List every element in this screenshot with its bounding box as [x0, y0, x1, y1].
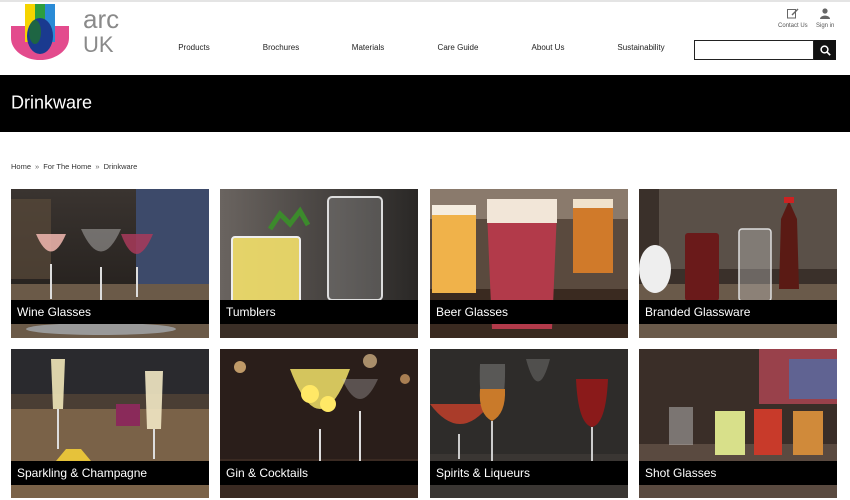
- user-icon: [820, 8, 831, 19]
- page-title: Drinkware: [11, 92, 93, 113]
- tile-label-spirits-liqueurs: Spirits & Liqueurs: [436, 466, 531, 480]
- tile-label-beer-glasses: Beer Glasses: [436, 305, 509, 319]
- search-input[interactable]: [694, 40, 814, 60]
- category-tile-branded-glassware[interactable]: Branded Glassware: [639, 189, 837, 338]
- contact-us-label: Contact Us: [778, 23, 808, 29]
- category-tile-shot-glasses[interactable]: Shot Glasses: [639, 349, 837, 498]
- tile-caption: Sparkling & Champagne: [11, 461, 209, 485]
- breadcrumb: Home» For The Home» Drinkware: [11, 162, 138, 171]
- edit-icon: [786, 8, 799, 19]
- category-tile-gin-cocktails[interactable]: Gin & Cocktails: [220, 349, 418, 498]
- tile-label-tumblers: Tumblers: [226, 305, 276, 319]
- category-tile-sparkling-champagne[interactable]: Sparkling & Champagne: [11, 349, 209, 498]
- search-box: [694, 40, 836, 60]
- contact-us-link[interactable]: Contact Us: [778, 8, 808, 29]
- tile-caption: Wine Glasses: [11, 300, 209, 324]
- logo-mark: [11, 4, 69, 60]
- breadcrumb-current: Drinkware: [103, 162, 138, 171]
- nav-about-us[interactable]: About Us: [532, 43, 565, 52]
- top-border: [0, 0, 850, 2]
- category-tile-wine-glasses[interactable]: Wine Glasses: [11, 189, 209, 338]
- nav-care-guide[interactable]: Care Guide: [438, 43, 479, 52]
- tile-label-gin-cocktails: Gin & Cocktails: [226, 466, 309, 480]
- tile-caption: Tumblers: [220, 300, 418, 324]
- category-tile-tumblers[interactable]: Tumblers: [220, 189, 418, 338]
- tile-label-wine-glasses: Wine Glasses: [17, 305, 92, 319]
- breadcrumb-for-the-home[interactable]: For The Home: [43, 162, 91, 171]
- tile-caption: Shot Glasses: [639, 461, 837, 485]
- tile-label-shot-glasses: Shot Glasses: [645, 466, 717, 480]
- logo-wordmark: arc UK: [83, 6, 119, 57]
- tile-label-sparkling-champagne: Sparkling & Champagne: [17, 466, 148, 480]
- search-icon: [819, 44, 831, 56]
- nav-products[interactable]: Products: [178, 43, 210, 52]
- logo-line1: arc: [83, 4, 120, 34]
- nav-materials[interactable]: Materials: [352, 43, 384, 52]
- tile-label-branded-glassware: Branded Glassware: [645, 305, 751, 319]
- tile-caption: Spirits & Liqueurs: [430, 461, 628, 485]
- page-banner: Drinkware: [0, 75, 850, 132]
- category-tile-beer-glasses[interactable]: Beer Glasses: [430, 189, 628, 338]
- tile-caption: Beer Glasses: [430, 300, 628, 324]
- nav-sustainability[interactable]: Sustainability: [617, 43, 664, 52]
- sign-in-link[interactable]: Sign in: [816, 8, 834, 29]
- arc-uk-logo[interactable]: arc UK: [11, 4, 131, 60]
- search-button[interactable]: [814, 40, 836, 60]
- nav-brochures[interactable]: Brochures: [263, 43, 299, 52]
- breadcrumb-home[interactable]: Home: [11, 162, 31, 171]
- logo-line2: UK: [83, 32, 114, 57]
- tile-caption: Branded Glassware: [639, 300, 837, 324]
- category-tile-spirits-liqueurs[interactable]: Spirits & Liqueurs: [430, 349, 628, 498]
- sign-in-label: Sign in: [816, 23, 835, 29]
- tile-caption: Gin & Cocktails: [220, 461, 418, 485]
